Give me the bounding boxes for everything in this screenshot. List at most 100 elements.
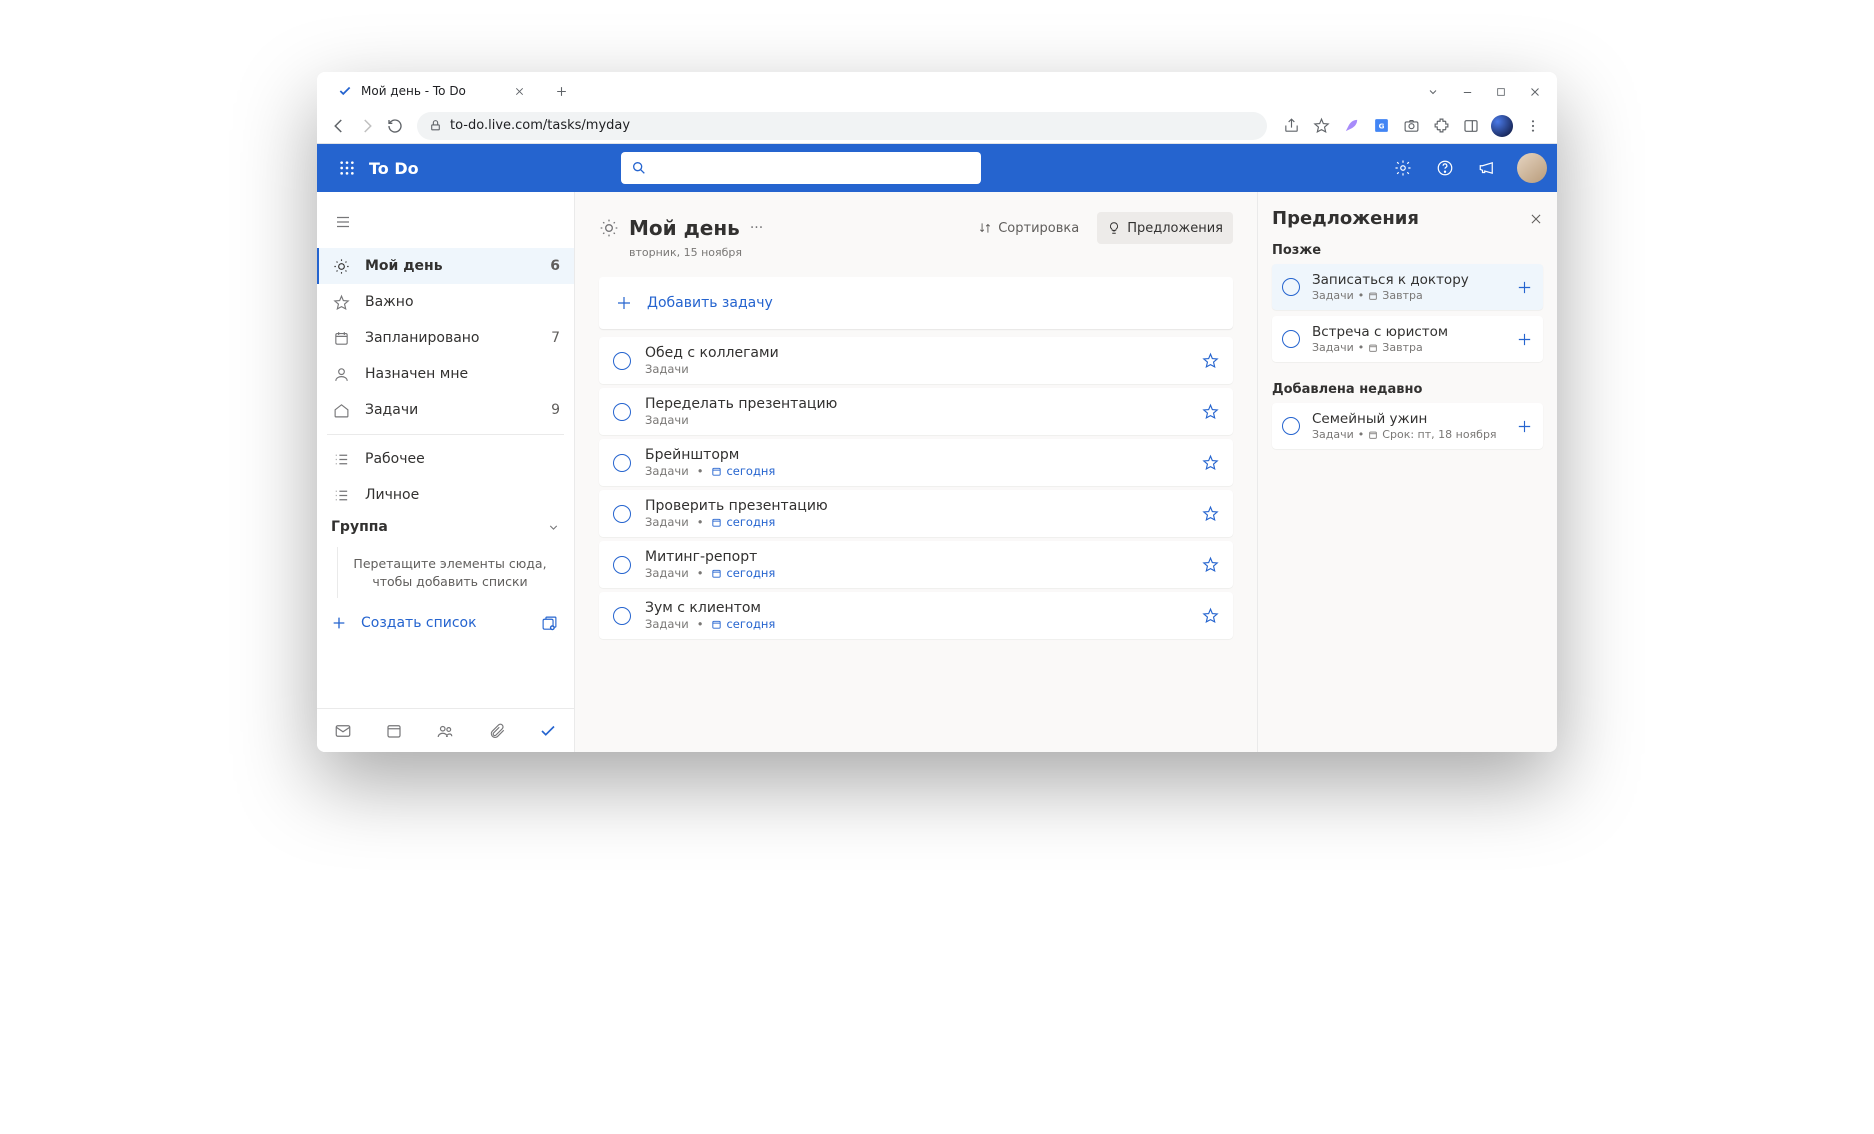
close-window-icon[interactable]: [1519, 76, 1551, 108]
address-bar[interactable]: to-do.live.com/tasks/myday: [417, 112, 1267, 140]
share-icon[interactable]: [1281, 116, 1301, 136]
suggestion-title: Встреча с юристом: [1312, 324, 1504, 340]
reload-icon[interactable]: [381, 112, 409, 140]
sidebar-item-label: Задачи: [365, 402, 418, 418]
todo-icon[interactable]: [539, 722, 557, 740]
app-name: To Do: [369, 159, 419, 178]
task-checkbox[interactable]: [613, 403, 631, 421]
task-checkbox[interactable]: [613, 505, 631, 523]
sidebar-item-important[interactable]: Важно: [317, 284, 574, 320]
task-title: Зум с клиентом: [645, 600, 1188, 616]
task-meta: Задачисегодня: [645, 566, 1188, 580]
star-icon[interactable]: [1202, 352, 1219, 369]
tab-close-icon[interactable]: [512, 83, 528, 99]
task-checkbox[interactable]: [1282, 417, 1300, 435]
minimize-icon[interactable]: [1451, 76, 1483, 108]
sidebar-item-assigned[interactable]: Назначен мне: [317, 356, 574, 392]
sidebar-item-count: 7: [551, 330, 560, 346]
new-group-icon[interactable]: [538, 612, 560, 634]
lock-icon: [429, 119, 442, 132]
browser-tab[interactable]: Мой день - To Do: [323, 74, 540, 108]
panel-section-recent: Добавлена недавно: [1272, 382, 1543, 397]
home-icon: [331, 402, 351, 419]
suggestions-button[interactable]: Предложения: [1097, 212, 1233, 244]
new-tab-button[interactable]: [548, 77, 576, 105]
translate-ext-icon[interactable]: G: [1371, 116, 1391, 136]
star-icon[interactable]: [1202, 505, 1219, 522]
task-checkbox[interactable]: [613, 607, 631, 625]
star-icon[interactable]: [1202, 607, 1219, 624]
browser-toolbar: to-do.live.com/tasks/myday G: [317, 108, 1557, 144]
star-icon: [331, 294, 351, 311]
task-item[interactable]: Зум с клиентом Задачисегодня: [599, 592, 1233, 639]
user-avatar[interactable]: [1517, 153, 1547, 183]
sidebar-item-label: Рабочее: [365, 451, 425, 467]
app-launcher-icon[interactable]: [327, 148, 367, 188]
list-options-icon[interactable]: ···: [750, 220, 763, 236]
new-list-button[interactable]: Создать список: [317, 604, 574, 642]
task-checkbox[interactable]: [613, 556, 631, 574]
sidebar-group[interactable]: Группа: [317, 513, 574, 541]
suggestion-meta: Задачи•Завтра: [1312, 341, 1504, 354]
add-suggestion-icon[interactable]: [1516, 331, 1533, 348]
back-icon[interactable]: [325, 112, 353, 140]
task-item[interactable]: Брейншторм Задачисегодня: [599, 439, 1233, 486]
task-checkbox[interactable]: [1282, 330, 1300, 348]
sidebar-item-label: Назначен мне: [365, 366, 468, 382]
megaphone-icon[interactable]: [1469, 150, 1505, 186]
new-list-label: Создать список: [361, 615, 477, 631]
add-suggestion-icon[interactable]: [1516, 418, 1533, 435]
sort-icon: [978, 221, 992, 235]
sidebar-item-label: Мой день: [365, 258, 443, 274]
maximize-icon[interactable]: [1485, 76, 1517, 108]
svg-text:G: G: [1378, 121, 1384, 130]
sidebar-toggle-icon[interactable]: [323, 202, 363, 242]
search-box[interactable]: [621, 152, 981, 184]
attach-icon[interactable]: [488, 722, 506, 740]
list-icon: [331, 487, 351, 504]
sidebar-group-label: Группа: [331, 519, 388, 535]
sidebar-item-myday[interactable]: Мой день 6: [317, 248, 574, 284]
menu-dots-icon[interactable]: [1523, 116, 1543, 136]
suggestion-item[interactable]: Записаться к доктору Задачи•Завтра: [1272, 264, 1543, 310]
task-checkbox[interactable]: [613, 352, 631, 370]
panel-close-icon[interactable]: [1529, 212, 1543, 226]
task-item[interactable]: Переделать презентацию Задачи: [599, 388, 1233, 435]
tab-title: Мой день - To Do: [361, 84, 466, 98]
sidebar-list-personal[interactable]: Личное: [317, 477, 574, 513]
app-header: To Do: [317, 144, 1557, 192]
task-item[interactable]: Обед с коллегами Задачи: [599, 337, 1233, 384]
feather-ext-icon[interactable]: [1341, 116, 1361, 136]
sort-button[interactable]: Сортировка: [968, 212, 1089, 244]
mail-icon[interactable]: [334, 722, 352, 740]
suggestion-item[interactable]: Встреча с юристом Задачи•Завтра: [1272, 316, 1543, 362]
suggestion-item[interactable]: Семейный ужин Задачи•Срок: пт, 18 ноября: [1272, 403, 1543, 449]
drop-down-icon[interactable]: [1417, 76, 1449, 108]
calendar-icon[interactable]: [385, 722, 403, 740]
task-item[interactable]: Митинг-репорт Задачисегодня: [599, 541, 1233, 588]
star-icon[interactable]: [1202, 556, 1219, 573]
sidebar-item-tasks[interactable]: Задачи 9: [317, 392, 574, 428]
extensions-icon[interactable]: [1431, 116, 1451, 136]
sun-icon: [331, 258, 351, 275]
browser-profile-avatar[interactable]: [1491, 115, 1513, 137]
task-item[interactable]: Проверить презентацию Задачисегодня: [599, 490, 1233, 537]
sidebar-drop-zone[interactable]: Перетащите элементы сюда, чтобы добавить…: [337, 547, 560, 598]
suggestions-label: Предложения: [1127, 221, 1223, 236]
sidebar-item-planned[interactable]: Запланировано 7: [317, 320, 574, 356]
camera-ext-icon[interactable]: [1401, 116, 1421, 136]
side-panel-icon[interactable]: [1461, 116, 1481, 136]
sidebar-list-work[interactable]: Рабочее: [317, 441, 574, 477]
star-icon[interactable]: [1202, 403, 1219, 420]
add-task-input[interactable]: Добавить задачу: [599, 277, 1233, 329]
add-suggestion-icon[interactable]: [1516, 279, 1533, 296]
star-icon[interactable]: [1202, 454, 1219, 471]
task-checkbox[interactable]: [1282, 278, 1300, 296]
star-icon[interactable]: [1311, 116, 1331, 136]
forward-icon[interactable]: [353, 112, 381, 140]
task-checkbox[interactable]: [613, 454, 631, 472]
sort-label: Сортировка: [998, 221, 1079, 236]
people-icon[interactable]: [436, 722, 454, 740]
help-icon[interactable]: [1427, 150, 1463, 186]
settings-icon[interactable]: [1385, 150, 1421, 186]
